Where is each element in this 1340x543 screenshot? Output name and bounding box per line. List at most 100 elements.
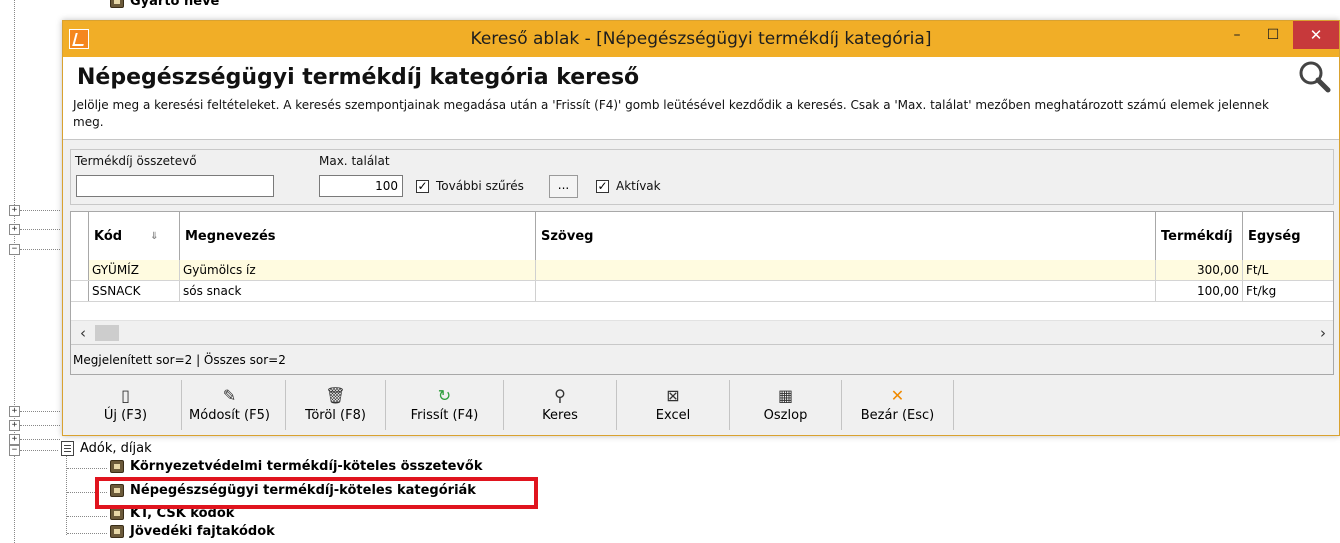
tree-group-label: Adók, díjak (80, 441, 152, 456)
cell-kod[interactable]: GYÜMÍZ (89, 260, 180, 280)
tree-connector (67, 468, 107, 469)
max-hits-input[interactable] (319, 175, 403, 197)
page-title: Népegészségügyi termékdíj kategória kere… (77, 65, 640, 90)
close-icon: ✕ (890, 386, 905, 405)
row-indicator (71, 281, 89, 301)
active-label[interactable]: Aktívak (616, 179, 661, 193)
cell-szoveg[interactable] (536, 260, 1156, 280)
page-description: Jelölje meg a keresési feltételeket. A k… (73, 98, 1269, 129)
column-header-szoveg[interactable]: Szöveg (536, 212, 1156, 260)
button-label: Oszlop (763, 408, 808, 423)
scroll-right-icon[interactable]: › (1313, 323, 1333, 343)
tree-expand-toggle[interactable]: + (9, 205, 20, 216)
tree-connector (67, 533, 107, 534)
cell-megnevezes[interactable]: Gyümölcs íz (180, 260, 536, 280)
tree-item-kornyezetvedelmi[interactable]: Környezetvédelmi termékdíj-köteles össze… (110, 459, 482, 474)
more-filter-checkbox[interactable]: ✓ (416, 180, 429, 193)
minimize-button[interactable]: – (1219, 21, 1255, 49)
search-icon: ⚲ (554, 386, 566, 405)
row-indicator (71, 260, 89, 280)
delete-button[interactable]: 🗑 Töröl (F8) (286, 380, 386, 430)
refresh-icon: ↻ (437, 386, 452, 405)
new-button[interactable]: ▯ Új (F3) (70, 380, 182, 430)
search-window: Kereső ablak - [Népegészségügyi termékdí… (62, 20, 1340, 436)
tree-connector (20, 229, 60, 230)
tree-connector (67, 516, 107, 517)
active-checkbox[interactable]: ✓ (596, 180, 609, 193)
column-header-kod[interactable]: Kód ⇓ (89, 212, 180, 260)
column-header-termekdij[interactable]: Termékdíj (1156, 212, 1243, 260)
columns-button[interactable]: ▦ Oszlop (730, 380, 842, 430)
button-label: Bezár (Esc) (860, 408, 935, 423)
button-label: Új (F3) (103, 408, 148, 423)
tree-item-jovedeki[interactable]: Jövedéki fajtakódok (110, 524, 275, 539)
column-header-megnevezes[interactable]: Megnevezés (180, 212, 536, 260)
button-label: Excel (655, 408, 691, 423)
more-filter-label[interactable]: További szűrés (436, 179, 524, 193)
column-header-label: Kód (94, 228, 123, 244)
excel-icon: ⊠ (666, 386, 680, 405)
close-window-button[interactable]: ✕ (1293, 21, 1339, 49)
tree-connector (66, 455, 67, 535)
cell-egyseg[interactable]: Ft/L (1243, 260, 1333, 280)
cell-egyseg[interactable]: Ft/kg (1243, 281, 1333, 301)
button-label: Keres (542, 408, 578, 423)
scroll-left-icon[interactable]: ‹ (73, 323, 93, 343)
columns-icon: ▦ (777, 386, 794, 405)
table-icon (110, 0, 124, 8)
button-label: Módosít (F5) (189, 408, 270, 423)
horizontal-scrollbar[interactable]: ‹ › (71, 320, 1333, 345)
scrollbar-thumb[interactable] (95, 325, 119, 341)
grid-header: Kód ⇓ Megnevezés Szöveg Termékdíj Egység (71, 212, 1333, 261)
tree-connector (20, 210, 60, 211)
app-logo-icon (69, 29, 89, 49)
tree-connector (20, 450, 58, 451)
action-toolbar: ▯ Új (F3) ✎ Módosít (F5) 🗑 Töröl (F8) ↻ … (70, 380, 1334, 432)
column-header-egyseg[interactable]: Egység (1243, 212, 1333, 260)
tree-item-gyarto[interactable]: Gyártó neve (110, 0, 219, 9)
filter-panel: Termékdíj összetevő Max. találat ✓ Továb… (70, 149, 1334, 205)
window-title: Kereső ablak - [Népegészségügyi termékdí… (470, 29, 932, 49)
tree-connector (20, 411, 60, 412)
cell-kod[interactable]: SSNACK (89, 281, 180, 301)
table-row[interactable]: GYÜMÍZ Gyümölcs íz 300,00 Ft/L (71, 260, 1333, 281)
more-filter-button[interactable]: ... (549, 175, 578, 198)
highlight-annotation (95, 477, 538, 509)
max-hits-label: Max. találat (319, 154, 390, 168)
tree-expand-toggle[interactable]: + (9, 406, 20, 417)
tree-expand-toggle[interactable]: + (9, 420, 20, 431)
tree-collapse-toggle[interactable]: − (9, 445, 20, 456)
tree-group-ado-dijak[interactable]: Adók, díjak (61, 441, 152, 456)
tree-expand-toggle[interactable]: + (9, 224, 20, 235)
maximize-button[interactable]: ☐ (1255, 21, 1291, 49)
tree-item-label: Gyártó neve (130, 0, 220, 9)
grid-status: Megjelenített sor=2 | Összes sor=2 (71, 344, 1333, 374)
results-grid: Kód ⇓ Megnevezés Szöveg Termékdíj Egység… (70, 211, 1334, 375)
tree-connector (20, 249, 60, 250)
edit-icon: ✎ (222, 386, 237, 405)
tree-connector (20, 425, 60, 426)
cell-megnevezes[interactable]: sós snack (180, 281, 536, 301)
tree-connector (14, 0, 15, 543)
header-panel: Népegészségügyi termékdíj kategória kere… (63, 57, 1339, 140)
document-list-icon (61, 441, 74, 456)
excel-button[interactable]: ⊠ Excel (617, 380, 730, 430)
search-button[interactable]: ⚲ Keres (504, 380, 617, 430)
table-row[interactable]: SSNACK sós snack 100,00 Ft/kg (71, 281, 1333, 302)
row-indicator-header (71, 212, 89, 260)
tree-collapse-toggle[interactable]: − (9, 244, 20, 255)
close-button[interactable]: ✕ Bezár (Esc) (842, 380, 954, 430)
button-label: Töröl (F8) (305, 408, 366, 423)
edit-button[interactable]: ✎ Módosít (F5) (174, 380, 286, 430)
cell-termekdij[interactable]: 300,00 (1156, 260, 1243, 280)
new-document-icon: ▯ (121, 386, 130, 405)
tree-expand-toggle[interactable]: + (9, 434, 20, 445)
tree-connector (20, 439, 60, 440)
refresh-button[interactable]: ↻ Frissít (F4) (386, 380, 504, 430)
cell-szoveg[interactable] (536, 281, 1156, 301)
component-input[interactable] (76, 175, 274, 197)
cell-termekdij[interactable]: 100,00 (1156, 281, 1243, 301)
title-bar[interactable]: Kereső ablak - [Népegészségügyi termékdí… (63, 21, 1339, 57)
sort-descending-icon: ⇓ (150, 230, 159, 242)
magnifier-icon (1299, 61, 1331, 93)
